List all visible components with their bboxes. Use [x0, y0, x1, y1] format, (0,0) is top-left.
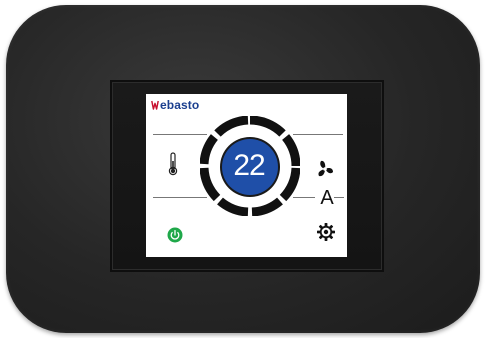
touch-screen: ebasto 22 A [146, 94, 347, 257]
logo-text: ebasto [160, 98, 200, 112]
fan-icon[interactable] [315, 159, 335, 179]
setpoint-temperature: 22 [233, 149, 265, 182]
power-icon[interactable] [167, 227, 183, 243]
bottom-divider [153, 197, 207, 198]
device-photo: ebasto 22 A [0, 0, 490, 338]
auto-mode-button[interactable]: A [317, 187, 337, 209]
top-divider-right [293, 134, 343, 135]
webasto-logo: ebasto [151, 98, 199, 112]
top-divider [153, 134, 207, 135]
logo-mark-icon [151, 100, 159, 110]
gear-icon[interactable] [316, 222, 336, 242]
thermometer-icon[interactable] [168, 152, 178, 176]
